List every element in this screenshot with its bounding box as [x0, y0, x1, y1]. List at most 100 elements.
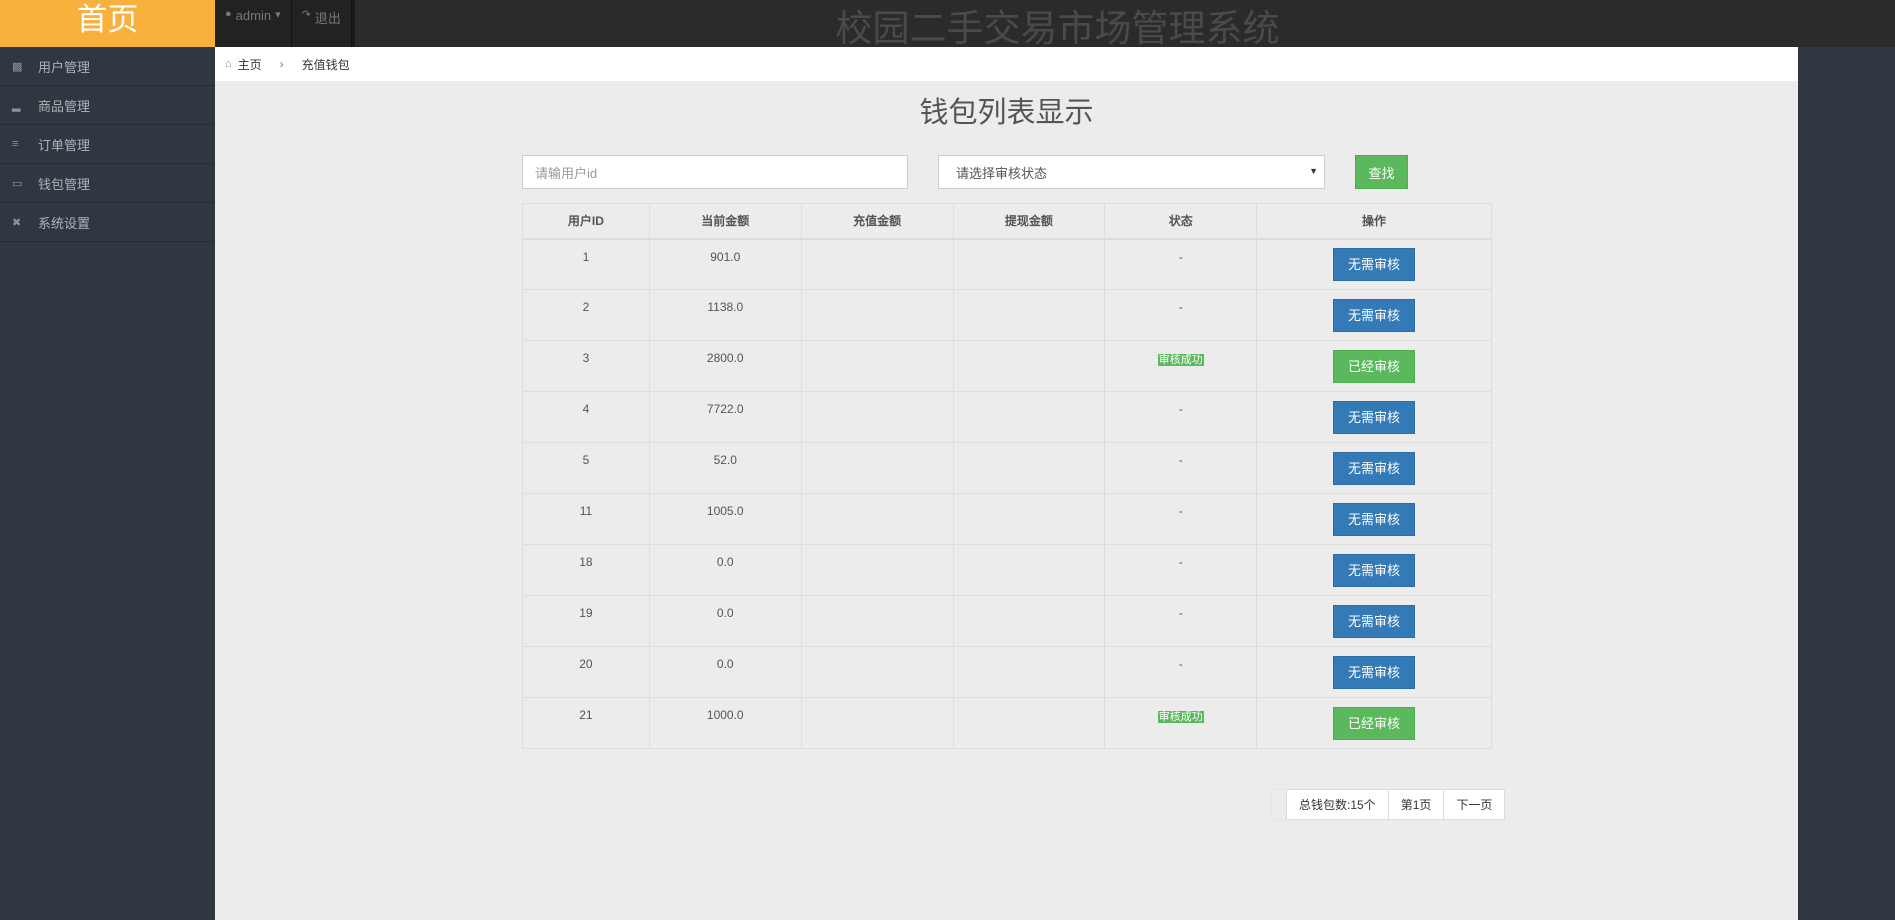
column-header: 用户ID [522, 203, 650, 240]
breadcrumb-current: 充值钱包 [301, 57, 350, 72]
sidebar-item-label: 商品管理 [38, 98, 91, 114]
no-audit-needed-button[interactable]: 无需审核 [1333, 553, 1416, 587]
cell-id: 5 [522, 442, 650, 494]
audited-button[interactable]: 已经审核 [1333, 706, 1416, 740]
cell-balance: 1138.0 [648, 289, 802, 341]
share-icon: ↷ [301, 9, 311, 21]
cell-id: 11 [522, 493, 650, 545]
sidebar-item-label: 系统设置 [38, 215, 91, 231]
no-audit-needed-button[interactable]: 无需审核 [1333, 298, 1416, 332]
sidebar-item-wallet[interactable]: ▭ 钱包管理 [0, 164, 215, 203]
users-icon: ▩ [12, 60, 23, 73]
cell-id: 19 [522, 595, 650, 647]
cell-id: 4 [522, 391, 650, 443]
status-empty: - [1178, 249, 1183, 264]
table-row: 4 7722.0 - 无需审核 [522, 391, 1492, 443]
status-empty: - [1178, 300, 1183, 314]
table-row: 5 52.0 - 无需审核 [522, 442, 1492, 494]
cell-recharge [800, 697, 954, 749]
pager-spacer [1271, 789, 1287, 820]
cell-id: 2 [522, 289, 650, 341]
chevron-down-icon: ▼ [1309, 166, 1318, 176]
column-header: 提现金额 [952, 203, 1106, 240]
cell-recharge [800, 646, 954, 698]
cell-recharge [800, 493, 954, 545]
logout-link[interactable]: ↷ 退出 [292, 0, 352, 47]
cell-recharge [800, 595, 954, 647]
user-icon: ● [225, 8, 232, 20]
table-row: 3 2800.0 审核成功 已经审核 [522, 340, 1492, 392]
status-empty: - [1178, 402, 1183, 416]
cell-recharge [800, 442, 954, 494]
user-menu-label: admin [235, 8, 272, 23]
find-button[interactable]: 查找 [1355, 155, 1408, 189]
sidebar-item-label: 用户管理 [38, 59, 91, 75]
sidebar-item-settings[interactable]: ✖ 系统设置 [0, 203, 215, 242]
pager-total: 总钱包数:15个 [1286, 789, 1389, 820]
column-header: 充值金额 [800, 203, 954, 240]
top-nav: ● admin ▾ ↷ 退出 [215, 0, 355, 47]
no-audit-needed-button[interactable]: 无需审核 [1333, 400, 1416, 434]
no-audit-needed-button[interactable]: 无需审核 [1333, 604, 1416, 638]
cell-recharge [800, 391, 954, 443]
audited-button[interactable]: 已经审核 [1333, 349, 1416, 383]
status-empty: - [1178, 657, 1183, 671]
status-badge: 审核成功 [1157, 711, 1204, 723]
page-title: 钱包列表显示 [919, 95, 1094, 129]
no-audit-needed-button[interactable]: 无需审核 [1333, 655, 1416, 689]
table-row: 21 1000.0 审核成功 已经审核 [522, 697, 1492, 749]
cell-action: 无需审核 [1256, 595, 1492, 647]
cell-action: 无需审核 [1256, 391, 1492, 443]
cell-id: 21 [522, 697, 650, 749]
cell-action: 无需审核 [1256, 646, 1492, 698]
sidebar-item-orders[interactable]: ≡ 订单管理 [0, 125, 215, 164]
cell-balance: 1000.0 [648, 697, 802, 749]
cell-status: - [1104, 493, 1258, 545]
pager-next[interactable]: 下一页 [1443, 789, 1506, 820]
column-header: 当前金额 [648, 203, 802, 240]
cell-id: 1 [522, 238, 650, 290]
cell-id: 18 [522, 544, 650, 596]
cell-balance: 2800.0 [648, 340, 802, 392]
cell-status: - [1104, 544, 1258, 596]
table-header-row: 用户ID 当前金额 充值金额 提现金额 状态 操作 [522, 203, 1492, 240]
sidebar-item-label: 订单管理 [38, 137, 91, 153]
status-badge: 审核成功 [1157, 354, 1204, 366]
table-row: 18 0.0 - 无需审核 [522, 544, 1492, 596]
cell-balance: 52.0 [648, 442, 802, 494]
cell-withdraw [952, 238, 1106, 290]
cell-recharge [800, 238, 954, 290]
cell-withdraw [952, 646, 1106, 698]
cell-withdraw [952, 493, 1106, 545]
user-id-search-input[interactable]: 请输用户id [522, 155, 908, 189]
sidebar-item-goods[interactable]: ▂ 商品管理 [0, 86, 215, 125]
cell-status: - [1104, 238, 1258, 290]
cell-withdraw [952, 595, 1106, 647]
status-empty: - [1178, 504, 1183, 518]
table-row: 1 901.0 - 无需审核 [522, 238, 1492, 290]
sidebar-item-label: 钱包管理 [38, 176, 91, 192]
sidebar: ▩ 用户管理 ▂ 商品管理 ≡ 订单管理 ▭ 钱包管理 ✖ 系统设置 [0, 47, 215, 920]
cell-recharge [800, 289, 954, 341]
cell-id: 20 [522, 646, 650, 698]
top-navbar: 校园二手交易市场管理系统 首页 ● admin ▾ ↷ 退出 [0, 0, 1895, 50]
sidebar-item-users[interactable]: ▩ 用户管理 [0, 47, 215, 86]
logout-label: 退出 [314, 11, 341, 26]
pager-current-page[interactable]: 第1页 [1387, 789, 1445, 820]
home-brand-link[interactable]: 首页 [0, 0, 215, 47]
select-value: 请选择审核状态 [956, 165, 1048, 181]
breadcrumb-home[interactable]: 主页 [238, 56, 262, 73]
column-header: 状态 [1104, 203, 1258, 240]
user-menu-dropdown[interactable]: ● admin ▾ [215, 0, 292, 47]
cell-withdraw [952, 697, 1106, 749]
status-empty: - [1178, 555, 1183, 569]
no-audit-needed-button[interactable]: 无需审核 [1333, 502, 1416, 536]
no-audit-needed-button[interactable]: 无需审核 [1333, 247, 1416, 281]
fullscreen-icon: ✖ [12, 216, 22, 229]
audit-status-select[interactable]: 请选择审核状态 ▼ [938, 155, 1325, 189]
no-audit-needed-button[interactable]: 无需审核 [1333, 451, 1416, 485]
cell-status: - [1104, 289, 1258, 341]
cell-balance: 7722.0 [648, 391, 802, 443]
cell-id: 3 [522, 340, 650, 392]
cell-status: - [1104, 646, 1258, 698]
